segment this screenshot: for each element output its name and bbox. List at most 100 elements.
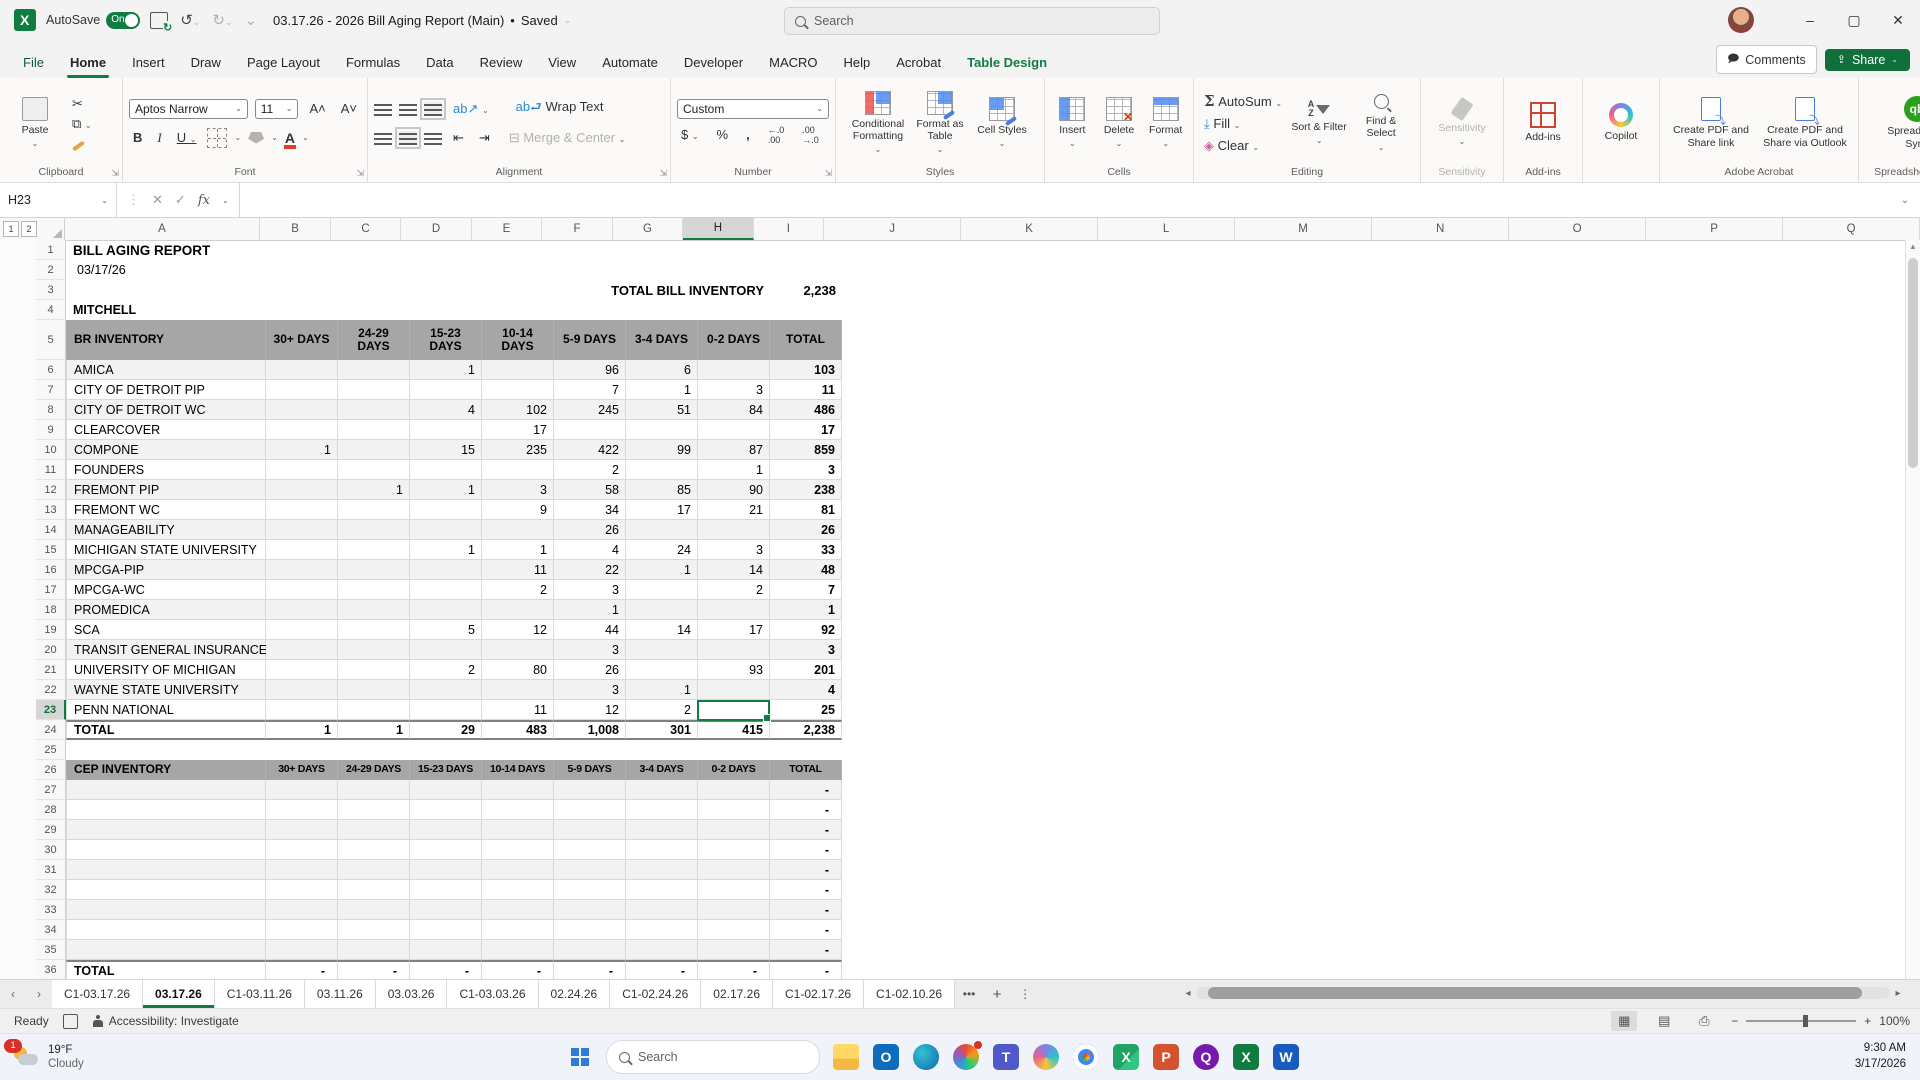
br-cell[interactable] xyxy=(266,520,338,540)
font-size-select[interactable]: 11 ⌄ xyxy=(254,98,299,119)
br-cell[interactable]: 422 xyxy=(554,440,626,460)
alignment-dialog-launcher[interactable]: ⇲ xyxy=(659,168,667,179)
cep-row-name[interactable] xyxy=(66,880,266,900)
formula-input[interactable] xyxy=(240,183,1890,217)
br-cell[interactable] xyxy=(266,400,338,420)
br-cell[interactable]: 3 xyxy=(698,540,770,560)
cep-cell[interactable] xyxy=(554,840,626,860)
br-cell[interactable] xyxy=(410,500,482,520)
cep-cell[interactable] xyxy=(266,900,338,920)
cep-cell[interactable] xyxy=(482,840,554,860)
br-cell[interactable] xyxy=(338,660,410,680)
increase-font-icon[interactable]: A˄ xyxy=(305,100,329,117)
br-row-name[interactable]: CLEARCOVER xyxy=(66,420,266,440)
br-cell[interactable] xyxy=(338,600,410,620)
column-header-I[interactable]: I xyxy=(754,218,825,240)
br-cell[interactable] xyxy=(338,420,410,440)
row-header-2[interactable]: 2 xyxy=(36,260,66,280)
br-col-header[interactable]: 3-4 DAYS xyxy=(626,320,698,360)
cep-cell[interactable]: - xyxy=(770,940,842,960)
cep-cell[interactable] xyxy=(698,820,770,840)
number-format-select[interactable]: Custom ⌄ xyxy=(677,98,829,119)
cep-cell[interactable] xyxy=(266,820,338,840)
row-header-17[interactable]: 17 xyxy=(36,580,66,600)
br-col-header[interactable]: 10-14 DAYS xyxy=(482,320,554,360)
ribbon-tab-insert[interactable]: Insert xyxy=(119,47,178,78)
cep-cell[interactable] xyxy=(698,900,770,920)
q-app-icon[interactable]: Q xyxy=(1186,1037,1226,1077)
new-sheet-icon[interactable]: + xyxy=(983,980,1011,1008)
br-cell[interactable] xyxy=(626,460,698,480)
br-total-cell[interactable]: 2,238 xyxy=(770,720,842,740)
ribbon-tab-help[interactable]: Help xyxy=(831,47,884,78)
br-cell[interactable] xyxy=(266,640,338,660)
br-row-name[interactable]: FOUNDERS xyxy=(66,460,266,480)
insert-function-icon[interactable]: fx xyxy=(198,193,210,208)
cep-cell[interactable]: - xyxy=(770,880,842,900)
column-header-N[interactable]: N xyxy=(1372,218,1510,240)
cancel-formula-icon[interactable]: ✕ xyxy=(152,192,163,208)
cep-cell[interactable] xyxy=(698,840,770,860)
underline-button[interactable]: U ⌄ xyxy=(173,129,201,146)
sheet-options-icon[interactable]: ⋮ xyxy=(1011,980,1039,1008)
column-header-L[interactable]: L xyxy=(1098,218,1236,240)
br-cell[interactable]: 1 xyxy=(338,480,410,500)
ribbon-tab-formulas[interactable]: Formulas xyxy=(333,47,413,78)
br-cell[interactable]: 201 xyxy=(770,660,842,680)
ribbon-tab-home[interactable]: Home xyxy=(57,47,119,78)
br-cell[interactable] xyxy=(410,640,482,660)
sheet-tab-03.03.26[interactable]: 03.03.26 xyxy=(375,980,448,1008)
cep-cell[interactable] xyxy=(410,860,482,880)
br-cell[interactable]: 3 xyxy=(554,680,626,700)
br-cell[interactable] xyxy=(266,680,338,700)
br-cell[interactable] xyxy=(482,680,554,700)
sheet-tab-C1-03.11.26[interactable]: C1-03.11.26 xyxy=(214,980,305,1008)
cep-cell[interactable] xyxy=(554,800,626,820)
ribbon-tab-automate[interactable]: Automate xyxy=(589,47,671,78)
clear-button[interactable]: ◈ Clear ⌄ xyxy=(1200,137,1286,155)
br-cell[interactable] xyxy=(482,600,554,620)
row-header-22[interactable]: 22 xyxy=(36,680,66,700)
cep-cell[interactable] xyxy=(482,780,554,800)
br-cell[interactable]: 235 xyxy=(482,440,554,460)
br-cell[interactable] xyxy=(410,460,482,480)
br-cell[interactable]: 5 xyxy=(410,620,482,640)
br-cell[interactable]: 48 xyxy=(770,560,842,580)
next-sheet-icon[interactable]: › xyxy=(26,980,52,1008)
accounting-format-icon[interactable]: $ ⌄ xyxy=(677,126,703,143)
vertical-scrollbar[interactable]: ▲ xyxy=(1905,240,1920,979)
br-cell[interactable]: 34 xyxy=(554,500,626,520)
br-cell[interactable] xyxy=(338,440,410,460)
page-layout-view-icon[interactable]: ▤ xyxy=(1651,1011,1677,1031)
title-chevron-icon[interactable]: ⌄ xyxy=(564,15,572,26)
share-button[interactable]: ⇪ Share ⌄ xyxy=(1824,48,1910,71)
br-cell[interactable] xyxy=(338,400,410,420)
clipboard-dialog-launcher[interactable]: ⇲ xyxy=(111,168,119,179)
vscroll-thumb[interactable] xyxy=(1908,258,1918,468)
saved-status[interactable]: Saved xyxy=(521,13,558,28)
cep-inventory-header[interactable]: CEP INVENTORY xyxy=(66,760,266,780)
cep-cell[interactable] xyxy=(626,820,698,840)
row-header-12[interactable]: 12 xyxy=(36,480,66,500)
br-cell[interactable] xyxy=(338,580,410,600)
select-all-corner[interactable]: 12 xyxy=(0,218,65,240)
sheet-tab-C1-02.10.26[interactable]: C1-02.10.26 xyxy=(864,980,956,1008)
cep-col-header[interactable]: 0-2 DAYS xyxy=(698,760,770,780)
br-col-header[interactable]: TOTAL xyxy=(770,320,842,360)
cep-cell[interactable] xyxy=(482,820,554,840)
save-icon[interactable] xyxy=(150,11,173,34)
cep-cell[interactable] xyxy=(626,900,698,920)
taskbar-search[interactable]: Search xyxy=(606,1040,820,1074)
br-cell[interactable]: 486 xyxy=(770,400,842,420)
find-select-button[interactable]: Find & Select ⌄ xyxy=(1352,92,1410,153)
br-cell[interactable] xyxy=(338,680,410,700)
hscroll-right-icon[interactable]: ▸ xyxy=(1890,988,1906,999)
br-row-name[interactable]: MICHIGAN STATE UNIVERSITY xyxy=(66,540,266,560)
br-cell[interactable]: 85 xyxy=(626,480,698,500)
br-cell[interactable]: 102 xyxy=(482,400,554,420)
cut-button[interactable]: ✂ xyxy=(68,95,96,113)
br-cell[interactable] xyxy=(266,700,338,720)
row-header-26[interactable]: 26 xyxy=(36,760,66,780)
cep-row-name[interactable] xyxy=(66,820,266,840)
cep-col-header[interactable]: 24-29 DAYS xyxy=(338,760,410,780)
